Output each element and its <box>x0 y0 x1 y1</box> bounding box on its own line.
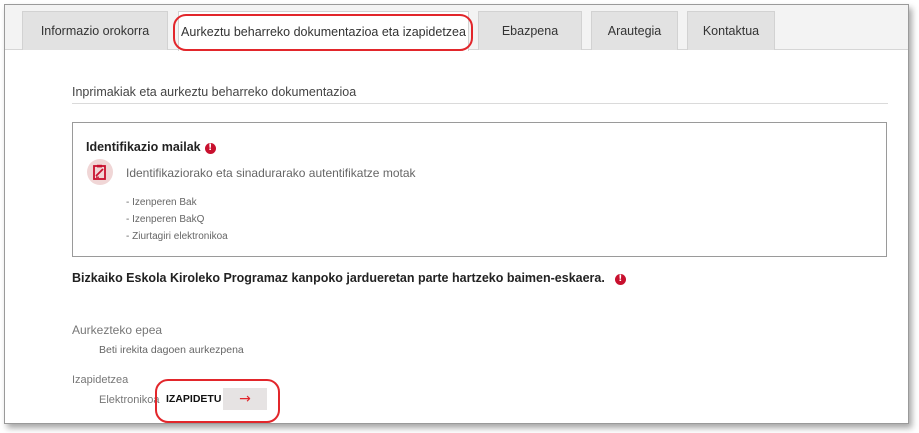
page-frame: Informazio orokorra Aurkeztu beharreko d… <box>4 4 909 424</box>
section-divider <box>72 103 888 104</box>
tab-label: Informazio orokorra <box>40 24 150 38</box>
tramitation-label: Izapidetzea <box>72 374 129 386</box>
electronic-channel-label: Elektronikoa <box>99 394 160 406</box>
tab-resolution[interactable]: Ebazpena <box>478 11 582 50</box>
deadline-label: Aurkezteko epea <box>72 323 163 337</box>
tab-label: Arautegia <box>607 24 662 38</box>
identification-heading: Identifikazio mailak! <box>86 140 216 154</box>
button-highlight-annotation <box>155 379 280 423</box>
list-item: - Izenperen BakQ <box>126 214 205 225</box>
identification-methods-list: - Izenperen Bak - Izenperen BakQ - Ziurt… <box>126 194 228 245</box>
tab-general-info[interactable]: Informazio orokorra <box>22 11 168 50</box>
tab-contact[interactable]: Kontaktua <box>687 11 775 50</box>
info-alert-icon[interactable]: ! <box>614 274 626 285</box>
tab-label: Ebazpena <box>501 24 559 38</box>
procedure-title: Bizkaiko Eskola Kiroleko Programaz kanpo… <box>72 271 605 285</box>
list-item: - Izenperen Bak <box>126 197 197 208</box>
tab-regulations[interactable]: Arautegia <box>591 11 678 50</box>
tab-label: Kontaktua <box>702 24 760 38</box>
procedure-heading: Bizkaiko Eskola Kiroleko Programaz kanpo… <box>72 271 626 285</box>
section-title: Inprimakiak eta aurkeztu beharreko dokum… <box>72 85 357 99</box>
signed-document-icon <box>87 159 113 185</box>
identification-box: Identifikazio mailak! Identifikaziorako … <box>72 122 887 257</box>
identification-title: Identifikazio mailak <box>86 140 201 154</box>
deadline-value: Beti irekita dagoen aurkezpena <box>99 344 244 356</box>
info-alert-icon[interactable]: ! <box>204 143 216 154</box>
identification-description: Identifikaziorako eta sinadurarako auten… <box>126 166 416 180</box>
tab-highlight-annotation <box>173 14 473 51</box>
list-item: - Ziurtagiri elektronikoa <box>126 231 228 242</box>
tab-bar: Informazio orokorra Aurkeztu beharreko d… <box>5 5 908 51</box>
